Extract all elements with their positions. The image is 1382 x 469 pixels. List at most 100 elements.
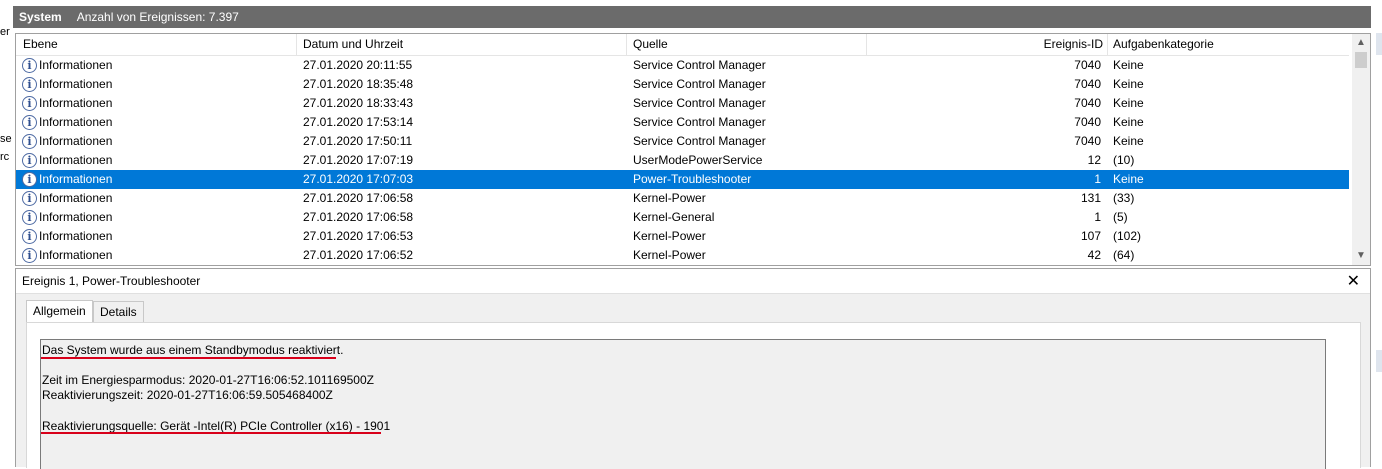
column-header-category[interactable]: Aufgabenkategorie: [1113, 34, 1214, 55]
log-name: System: [19, 10, 62, 24]
cell-event-id: 7040: [1074, 115, 1101, 129]
column-header-datetime[interactable]: Datum und Uhrzeit: [303, 34, 403, 55]
cell-source: Power-Troubleshooter: [633, 172, 752, 186]
cell-event-id: 42: [1087, 248, 1101, 262]
scroll-up-arrow-icon[interactable]: ▲: [1352, 35, 1370, 51]
cell-source: Kernel-Power: [633, 248, 706, 262]
table-row[interactable]: i Informationen 27.01.2020 17:06:58 Kernel-…: [16, 189, 1349, 208]
info-icon: i: [22, 248, 37, 263]
cell-level: Informationen: [39, 153, 113, 167]
cell-source: Service Control Manager: [633, 77, 766, 91]
detail-title: Ereignis 1, Power-Troubleshooter: [22, 274, 201, 288]
table-row[interactable]: i Informationen 27.01.2020 18:35:48 Service…: [16, 75, 1349, 94]
column-separator[interactable]: [626, 34, 627, 55]
description-headline: Das System wurde aus einem Standbymodus …: [42, 343, 344, 357]
cell-category: Keine: [1113, 58, 1144, 72]
cell-datetime: 27.01.2020 20:11:55: [303, 58, 413, 72]
cell-category: (5): [1113, 210, 1128, 224]
wake-source-text: Reaktivierungsquelle: Gerät -Intel(R) PC…: [42, 419, 391, 433]
cell-category: (33): [1113, 191, 1135, 205]
column-header-level[interactable]: Ebene: [23, 34, 58, 55]
cell-source: UserModePowerService: [633, 153, 763, 167]
cell-category: Keine: [1113, 77, 1144, 91]
table-row[interactable]: i Informationen 27.01.2020 17:06:58 Kernel-…: [16, 208, 1349, 227]
event-list[interactable]: Ebene Datum und Uhrzeit Quelle Ereignis-…: [15, 33, 1371, 266]
cell-datetime: 27.01.2020 18:33:43: [303, 96, 414, 110]
cell-event-id: 7040: [1074, 77, 1101, 91]
cell-level: Informationen: [39, 248, 113, 262]
column-header-source[interactable]: Quelle: [633, 34, 668, 55]
detail-header: Ereignis 1, Power-Troubleshooter ✕: [16, 269, 1370, 294]
cell-level: Informationen: [39, 172, 113, 186]
event-description-box[interactable]: Das System wurde aus einem Standbymodus …: [40, 339, 1326, 469]
cell-event-id: 107: [1080, 229, 1101, 243]
cell-datetime: 27.01.2020 17:50:11: [303, 134, 413, 148]
table-row[interactable]: i Informationen 27.01.2020 17:07:19 UserMod…: [16, 151, 1349, 170]
cell-source: Kernel-Power: [633, 229, 706, 243]
right-fragment-mark: [1376, 33, 1382, 55]
event-detail-pane: Ereignis 1, Power-Troubleshooter ✕ Allge…: [15, 268, 1371, 469]
cell-source: Service Control Manager: [633, 115, 766, 129]
table-row-selected[interactable]: i Informationen 27.01.2020 17:07:03 Power-T…: [16, 170, 1349, 189]
info-icon: i: [22, 153, 37, 168]
annotation-underline: [41, 432, 381, 434]
cell-datetime: 27.01.2020 17:06:53: [303, 229, 414, 243]
wake-time-text: Reaktivierungszeit: 2020-01-27T16:06:59.…: [42, 388, 333, 402]
cell-source: Service Control Manager: [633, 134, 766, 148]
cell-category: Keine: [1113, 96, 1144, 110]
cell-event-id: 7040: [1074, 96, 1101, 110]
cell-level: Informationen: [39, 115, 113, 129]
info-icon: i: [22, 115, 37, 130]
tab-details[interactable]: Details: [93, 301, 144, 323]
cell-datetime: 27.01.2020 17:07:03: [303, 172, 414, 186]
event-list-scrollbar[interactable]: ▲ ▼: [1352, 34, 1370, 265]
cell-level: Informationen: [39, 210, 113, 224]
info-icon: i: [22, 210, 37, 225]
cell-source: Service Control Manager: [633, 58, 766, 72]
cell-category: Keine: [1113, 134, 1144, 148]
event-rows: i Informationen 27.01.2020 20:11:55 Service…: [16, 56, 1349, 265]
event-count: Anzahl von Ereignissen: 7.397: [76, 10, 239, 24]
cell-datetime: 27.01.2020 17:06:58: [303, 191, 414, 205]
left-fragment-text: se: [0, 133, 12, 145]
cell-category: Keine: [1113, 115, 1144, 129]
table-row[interactable]: i Informationen 27.01.2020 18:33:43 Service…: [16, 94, 1349, 113]
cell-level: Informationen: [39, 77, 113, 91]
close-icon[interactable]: ✕: [1347, 271, 1360, 291]
cell-event-id: 7040: [1074, 134, 1101, 148]
info-icon: i: [22, 191, 37, 206]
right-panel-fragment: [1371, 0, 1382, 466]
cell-category: (10): [1113, 153, 1135, 167]
cell-event-id: 1: [1094, 172, 1101, 186]
table-row[interactable]: i Informationen 27.01.2020 17:06:52 Kernel-…: [16, 246, 1349, 265]
cell-source: Kernel-General: [633, 210, 715, 224]
column-separator[interactable]: [296, 34, 297, 55]
scroll-down-arrow-icon[interactable]: ▼: [1352, 248, 1370, 264]
cell-datetime: 27.01.2020 18:35:48: [303, 77, 414, 91]
sleep-time-text: Zeit im Energiesparmodus: 2020-01-27T16:…: [42, 373, 374, 387]
cell-datetime: 27.01.2020 17:06:58: [303, 210, 414, 224]
cell-event-id: 12: [1087, 153, 1101, 167]
tab-allgemein[interactable]: Allgemein: [26, 300, 93, 323]
table-row[interactable]: i Informationen 27.01.2020 17:06:53 Kernel-…: [16, 227, 1349, 246]
cell-level: Informationen: [39, 58, 113, 72]
info-icon: i: [22, 172, 37, 187]
annotation-underline: [41, 357, 336, 359]
scroll-thumb[interactable]: [1355, 52, 1367, 68]
table-row[interactable]: i Informationen 27.01.2020 17:53:14 Service…: [16, 113, 1349, 132]
cell-level: Informationen: [39, 191, 113, 205]
cell-category: (102): [1113, 229, 1142, 243]
cell-source: Service Control Manager: [633, 96, 766, 110]
table-row[interactable]: i Informationen 27.01.2020 20:11:55 Service…: [16, 56, 1349, 75]
right-fragment-mark: [1376, 350, 1382, 372]
table-row[interactable]: i Informationen 27.01.2020 17:50:11 Service…: [16, 132, 1349, 151]
left-panel-fragment: er se rc: [0, 0, 12, 466]
cell-level: Informationen: [39, 229, 113, 243]
cell-datetime: 27.01.2020 17:07:19: [303, 153, 414, 167]
cell-event-id: 7040: [1074, 58, 1101, 72]
event-list-header: Ebene Datum und Uhrzeit Quelle Ereignis-…: [16, 34, 1349, 56]
cell-datetime: 27.01.2020 17:53:14: [303, 115, 414, 129]
column-separator[interactable]: [1107, 34, 1108, 55]
info-icon: i: [22, 134, 37, 149]
column-header-event-id[interactable]: Ereignis-ID: [867, 34, 1103, 55]
